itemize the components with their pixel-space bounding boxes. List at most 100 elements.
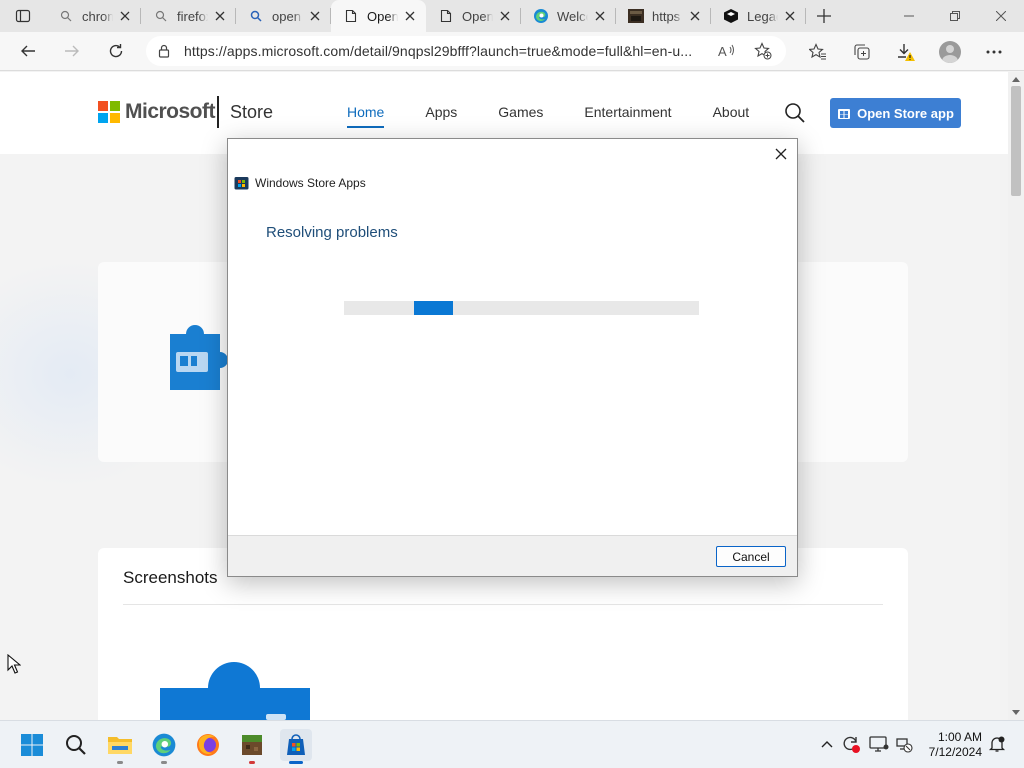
search-icon bbox=[66, 735, 86, 755]
forward-arrow-icon bbox=[65, 45, 79, 57]
browser-tab[interactable]: open bbox=[236, 0, 331, 32]
running-indicator bbox=[161, 761, 167, 764]
start-button[interactable] bbox=[16, 729, 48, 761]
settings-menu-button[interactable] bbox=[972, 34, 1016, 70]
search-icon bbox=[248, 8, 264, 24]
close-icon[interactable] bbox=[402, 8, 418, 24]
edge-icon bbox=[533, 8, 549, 24]
scroll-down-icon[interactable] bbox=[1012, 710, 1020, 716]
search-icon bbox=[153, 8, 169, 24]
download-warning-icon bbox=[898, 43, 915, 61]
close-icon[interactable] bbox=[497, 8, 513, 24]
close-icon[interactable] bbox=[212, 8, 228, 24]
nav-about[interactable]: About bbox=[713, 104, 750, 120]
store-search-button[interactable] bbox=[784, 102, 808, 126]
downloads-button[interactable] bbox=[884, 34, 928, 70]
collections-icon bbox=[854, 43, 870, 60]
close-icon[interactable] bbox=[782, 8, 798, 24]
tab-title: Open bbox=[462, 8, 493, 24]
minimize-icon bbox=[904, 15, 914, 17]
browser-tab[interactable]: Open bbox=[426, 0, 521, 32]
forward-button[interactable] bbox=[50, 33, 94, 69]
add-favorite-button[interactable] bbox=[748, 39, 778, 63]
tab-title: open bbox=[272, 8, 301, 24]
tab-title: Legacy bbox=[747, 8, 778, 24]
read-aloud-button[interactable]: A bbox=[712, 39, 742, 63]
scrollbar-thumb[interactable] bbox=[1011, 86, 1021, 196]
refresh-icon bbox=[109, 44, 123, 58]
system-clock[interactable]: 1:00 AM 7/12/2024 bbox=[920, 730, 982, 760]
favorites-icon bbox=[809, 42, 826, 59]
tab-title: https bbox=[652, 8, 681, 24]
minecraft-taskbar-button[interactable] bbox=[236, 729, 268, 764]
app-puzzle-icon bbox=[170, 325, 228, 390]
close-icon bbox=[775, 148, 787, 160]
address-bar[interactable]: https://apps.microsoft.com/detail/9nqpsl… bbox=[146, 36, 786, 66]
window-controls bbox=[886, 0, 1024, 32]
folder-icon bbox=[108, 737, 132, 754]
dialog-close-button[interactable] bbox=[771, 144, 791, 164]
store-bag-icon bbox=[287, 734, 305, 755]
screenshot-puzzle-icon[interactable] bbox=[158, 648, 318, 720]
microsoft-logo-icon[interactable] bbox=[98, 101, 120, 123]
close-window-button[interactable] bbox=[978, 0, 1024, 32]
browser-tab-active[interactable]: Open bbox=[331, 0, 426, 32]
restore-button[interactable] bbox=[932, 0, 978, 32]
refresh-button[interactable] bbox=[94, 33, 138, 69]
windows-store-apps-dialog: Windows Store Apps Resolving problems Ca… bbox=[227, 138, 798, 577]
display-tray-icon[interactable] bbox=[868, 733, 890, 755]
notifications-button[interactable] bbox=[986, 733, 1008, 755]
browser-tab[interactable]: https bbox=[616, 0, 711, 32]
back-button[interactable] bbox=[6, 33, 50, 69]
scroll-up-icon[interactable] bbox=[1012, 76, 1020, 82]
brand-name[interactable]: Microsoft bbox=[125, 100, 216, 124]
nav-apps[interactable]: Apps bbox=[425, 104, 457, 120]
file-explorer-button[interactable] bbox=[104, 729, 136, 764]
firefox-taskbar-button[interactable] bbox=[192, 729, 224, 761]
close-icon[interactable] bbox=[307, 8, 323, 24]
chevron-up-icon bbox=[821, 741, 833, 748]
update-tray-icon[interactable] bbox=[840, 733, 862, 755]
profile-button[interactable] bbox=[928, 34, 972, 70]
store-nav: Home Apps Games Entertainment About bbox=[347, 104, 790, 128]
nav-games[interactable]: Games bbox=[498, 104, 543, 120]
open-store-app-button[interactable]: Open Store app bbox=[830, 98, 961, 128]
store-app-icon bbox=[234, 177, 249, 190]
collections-button[interactable] bbox=[840, 34, 884, 70]
tab-title: firefox bbox=[177, 8, 208, 24]
edge-taskbar-button[interactable] bbox=[148, 729, 180, 764]
page-icon bbox=[438, 8, 454, 24]
browser-tab[interactable]: firefox bbox=[141, 0, 236, 32]
nav-home[interactable]: Home bbox=[347, 104, 385, 128]
store-section-title[interactable]: Store bbox=[230, 102, 273, 123]
url-text: https://apps.microsoft.com/detail/9nqpsl… bbox=[184, 43, 693, 59]
favorites-button[interactable] bbox=[796, 34, 840, 70]
close-icon[interactable] bbox=[117, 8, 133, 24]
store-taskbar-button[interactable] bbox=[280, 729, 312, 764]
dialog-heading: Resolving problems bbox=[266, 224, 398, 241]
new-tab-button[interactable] bbox=[806, 0, 842, 32]
dialog-footer: Cancel bbox=[228, 535, 797, 576]
brand-divider bbox=[217, 96, 219, 128]
taskbar-search-button[interactable] bbox=[60, 729, 92, 761]
browser-tab[interactable]: chrome bbox=[46, 0, 141, 32]
page-scrollbar[interactable] bbox=[1008, 72, 1024, 720]
tab-actions-icon bbox=[15, 9, 31, 23]
image-thumb-icon bbox=[628, 8, 644, 24]
minimize-button[interactable] bbox=[886, 0, 932, 32]
close-icon[interactable] bbox=[592, 8, 608, 24]
cancel-button[interactable]: Cancel bbox=[716, 546, 786, 567]
no-network-icon bbox=[896, 738, 913, 753]
tray-overflow-button[interactable] bbox=[816, 733, 838, 755]
browser-tab[interactable]: Welcome bbox=[521, 0, 616, 32]
tab-actions-button[interactable] bbox=[0, 0, 46, 32]
progress-indicator bbox=[414, 301, 453, 315]
clock-date: 7/12/2024 bbox=[928, 745, 982, 759]
browser-tab[interactable]: Legacy bbox=[711, 0, 806, 32]
running-indicator bbox=[249, 761, 255, 764]
mouse-cursor-icon bbox=[7, 654, 21, 674]
nav-entertainment[interactable]: Entertainment bbox=[584, 104, 671, 120]
dialog-caption: Windows Store Apps bbox=[234, 175, 366, 190]
close-icon[interactable] bbox=[687, 8, 703, 24]
network-tray-icon[interactable] bbox=[893, 733, 915, 755]
